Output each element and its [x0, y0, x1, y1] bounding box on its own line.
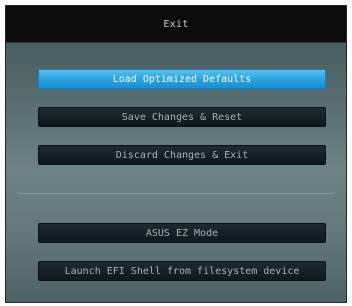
discard-changes-exit-button[interactable]: Discard Changes & Exit — [38, 145, 326, 165]
save-changes-reset-button[interactable]: Save Changes & Reset — [38, 107, 326, 127]
asus-ez-mode-button[interactable]: ASUS EZ Mode — [38, 223, 326, 243]
dialog-titlebar: Exit — [6, 6, 346, 43]
section-divider — [18, 193, 334, 194]
launch-efi-shell-button[interactable]: Launch EFI Shell from filesystem device — [38, 261, 326, 281]
exit-dialog: Exit Load Optimized Defaults Save Change… — [5, 5, 347, 303]
dialog-title: Exit — [163, 18, 189, 30]
load-optimized-defaults-button[interactable]: Load Optimized Defaults — [38, 69, 326, 89]
